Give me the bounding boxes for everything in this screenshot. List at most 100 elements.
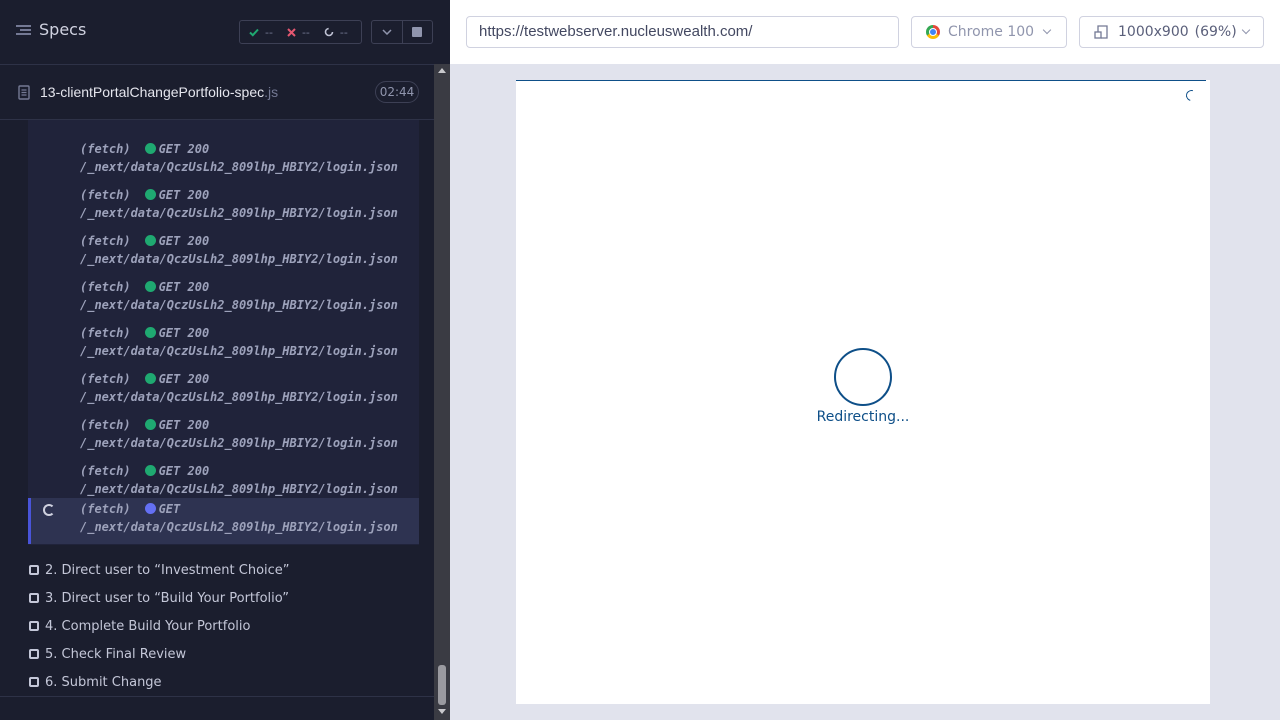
test-title: 5. Check Final Review	[45, 646, 187, 662]
run-stats: -- -- --	[239, 20, 362, 44]
status-dot-icon	[144, 373, 156, 384]
status-dot-icon	[144, 281, 156, 292]
request-url: /_next/data/QczUsLh2_809lhp_HBIY2/login.…	[80, 252, 398, 266]
pending-icon	[324, 27, 334, 37]
test-item[interactable]: 6. Submit Change	[29, 672, 162, 692]
reporter-header: Specs -- -- --	[0, 0, 450, 64]
collapse-button[interactable]	[372, 21, 402, 43]
specs-toggle[interactable]: Specs	[16, 20, 86, 39]
failed-stat: --	[287, 26, 310, 39]
status-dot-icon	[144, 235, 156, 246]
test-status-icon	[29, 649, 39, 659]
command-row[interactable]: (fetch) GET 200 /_next/data/QczUsLh2_809lh…	[28, 368, 419, 414]
command-type: (fetch)	[80, 464, 131, 478]
response-status: 200	[187, 142, 210, 156]
reporter-panel: Specs -- -- -- 13-clientPortalChangePort…	[0, 0, 450, 720]
status-dot-icon	[144, 503, 156, 514]
test-title: 4. Complete Build Your Portfolio	[45, 618, 251, 634]
progress-line	[516, 80, 1206, 81]
test-status-icon	[29, 677, 39, 687]
viewport-selector[interactable]: 1000x900 (69%)	[1079, 16, 1264, 48]
command-row[interactable]: (fetch) GET 200 /_next/data/QczUsLh2_809lh…	[28, 230, 419, 276]
test-status-icon	[29, 565, 39, 575]
test-title: 6. Submit Change	[45, 674, 162, 690]
test-status-icon	[29, 593, 39, 603]
command-type: (fetch)	[80, 188, 131, 202]
response-status: 200	[187, 418, 210, 432]
app-preview: Redirecting...	[516, 80, 1210, 704]
chevron-down-icon	[1241, 25, 1251, 35]
test-item[interactable]: 4. Complete Build Your Portfolio	[29, 616, 250, 636]
request-method: GET	[158, 188, 181, 202]
reporter-scrollbar[interactable]	[434, 64, 450, 720]
passed-stat: --	[249, 26, 273, 39]
browser-label: Chrome 100	[948, 24, 1035, 40]
test-title: 3. Direct user to “Build Your Portfolio”	[45, 590, 289, 606]
scrollbar-thumb[interactable]	[438, 665, 446, 705]
document-icon	[18, 85, 30, 100]
request-method: GET	[158, 280, 181, 294]
status-dot-icon	[144, 189, 156, 200]
request-url: /_next/data/QczUsLh2_809lhp_HBIY2/login.…	[80, 160, 398, 174]
scroll-up-arrow-icon[interactable]	[438, 68, 446, 73]
request-method: GET	[158, 502, 181, 516]
command-row[interactable]: (fetch) GET 200 /_next/data/QczUsLh2_809lh…	[28, 276, 419, 322]
stop-button[interactable]	[401, 21, 432, 43]
request-url: /_next/data/QczUsLh2_809lhp_HBIY2/login.…	[80, 390, 398, 404]
response-status: 200	[187, 280, 210, 294]
command-type: (fetch)	[80, 326, 131, 340]
browser-selector[interactable]: Chrome 100	[911, 16, 1067, 48]
scroll-down-arrow-icon[interactable]	[438, 709, 446, 714]
chevron-down-icon	[1042, 25, 1052, 35]
request-url: /_next/data/QczUsLh2_809lhp_HBIY2/login.…	[80, 482, 398, 496]
status-dot-icon	[144, 327, 156, 338]
spec-file-header[interactable]: 13-clientPortalChangePortfolio-spec.js 0…	[0, 64, 434, 120]
status-dot-icon	[144, 419, 156, 430]
loading-indicator-icon	[1183, 87, 1200, 104]
command-row[interactable]: (fetch) GET 200 /_next/data/QczUsLh2_809lh…	[28, 322, 419, 368]
spec-file-name: 13-clientPortalChangePortfolio-spec.js	[40, 84, 279, 100]
command-row[interactable]: (fetch) GET 200 /_next/data/QczUsLh2_809lh…	[28, 138, 419, 184]
command-type: (fetch)	[80, 418, 131, 432]
request-url: /_next/data/QczUsLh2_809lhp_HBIY2/login.…	[80, 206, 398, 220]
test-title: 2. Direct user to “Investment Choice”	[45, 562, 290, 578]
status-dot-icon	[144, 465, 156, 476]
command-type: (fetch)	[80, 142, 131, 156]
url-field[interactable]: https://testwebserver.nucleuswealth.com/	[466, 16, 899, 48]
test-item[interactable]: 2. Direct user to “Investment Choice”	[29, 560, 290, 580]
aut-toolbar: https://testwebserver.nucleuswealth.com/…	[450, 0, 1280, 64]
viewport-icon	[1094, 25, 1108, 39]
response-status: 200	[187, 372, 210, 386]
reporter-footer-divider	[0, 696, 434, 697]
hamburger-icon	[16, 24, 31, 36]
chevron-down-icon	[382, 29, 392, 35]
request-method: GET	[158, 142, 181, 156]
request-method: GET	[158, 234, 181, 248]
stop-icon	[412, 27, 423, 37]
response-status: 200	[187, 188, 210, 202]
command-type: (fetch)	[80, 280, 131, 294]
command-row[interactable]: (fetch) GET /_next/data/QczUsLh2_809lhp_H…	[28, 498, 419, 544]
cross-icon	[287, 27, 296, 37]
viewport-scale: (69%)	[1194, 24, 1237, 40]
request-url: /_next/data/QczUsLh2_809lhp_HBIY2/login.…	[80, 520, 398, 534]
request-method: GET	[158, 326, 181, 340]
test-item[interactable]: 3. Direct user to “Build Your Portfolio”	[29, 588, 289, 608]
command-row[interactable]: (fetch) GET 200 /_next/data/QczUsLh2_809lh…	[28, 184, 419, 230]
running-spinner-icon	[43, 504, 55, 516]
command-type: (fetch)	[80, 372, 131, 386]
test-item[interactable]: 5. Check Final Review	[29, 644, 186, 664]
chrome-icon	[926, 25, 940, 39]
request-method: GET	[158, 464, 181, 478]
command-type: (fetch)	[80, 234, 131, 248]
command-row[interactable]: (fetch) GET 200 /_next/data/QczUsLh2_809lh…	[28, 414, 419, 460]
spec-duration: 02:44	[375, 81, 419, 103]
request-method: GET	[158, 418, 181, 432]
pending-stat: --	[324, 26, 348, 39]
specs-title: Specs	[39, 20, 87, 39]
request-url: /_next/data/QczUsLh2_809lhp_HBIY2/login.…	[80, 298, 398, 312]
test-status-icon	[29, 621, 39, 631]
response-status: 200	[187, 326, 210, 340]
run-controls	[371, 20, 433, 44]
viewport-size: 1000x900	[1118, 24, 1189, 40]
